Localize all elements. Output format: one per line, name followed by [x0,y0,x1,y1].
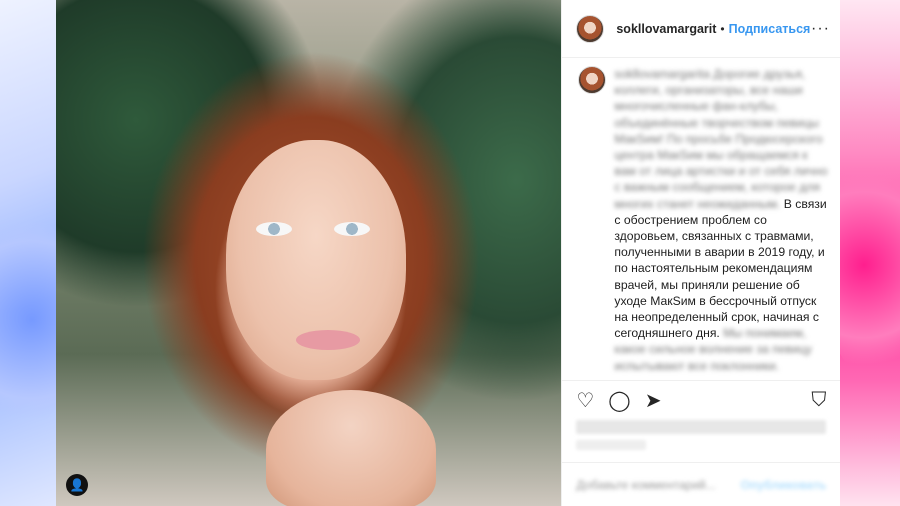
follow-button[interactable]: Подписаться [729,22,811,36]
more-options-icon[interactable]: ··· [811,20,830,38]
separator-dot: • [720,21,725,36]
caption-visible-text: связи с обострением проблем со здоровьем… [614,196,827,341]
photo-lips [296,330,360,350]
post-header: sokllovamargarit • Подписаться ··· [562,0,840,58]
post-photo[interactable]: 👤 [56,0,562,506]
right-decor-strip [820,0,900,506]
post-actions: ♡ ◯ ➤ ⛉ [562,380,841,420]
likes-line-blurred [576,420,827,434]
comment-icon[interactable]: ◯ [608,388,630,413]
photo-eye-left [256,222,292,236]
caption-blurred-lead: Дорогие друзья, коллеги, организаторы, в… [614,67,828,211]
bookmark-icon[interactable]: ⛉ [811,389,826,412]
caption-text: sokllovamargarita Дорогие друзья, коллег… [614,66,829,374]
publish-button[interactable]: Опубликовать [741,478,827,492]
avatar[interactable] [576,14,605,43]
heart-icon[interactable]: ♡ [576,388,594,413]
username[interactable]: sokllovamargarit [616,22,716,36]
share-icon[interactable]: ➤ [645,388,662,413]
tagged-user-icon[interactable]: 👤 [66,474,88,496]
left-decor-strip [0,0,80,506]
comment-input[interactable]: Добавьте комментарий... [576,478,715,492]
caption-username[interactable]: sokllovamargarita [614,67,710,81]
comment-bar: Добавьте комментарий... Опубликовать [562,462,841,506]
photo-hand [266,390,436,506]
instagram-post: 👤 sokllovamargarit • Подписаться ··· sok… [56,0,841,506]
caption-avatar[interactable] [578,66,607,94]
caption-visible-first: В [783,196,792,211]
photo-eye-right [334,222,370,236]
post-side-panel: sokllovamargarit • Подписаться ··· sokll… [561,0,841,506]
time-ago-blurred [576,440,647,450]
caption-area: sokllovamargarita Дорогие друзья, коллег… [562,58,840,378]
